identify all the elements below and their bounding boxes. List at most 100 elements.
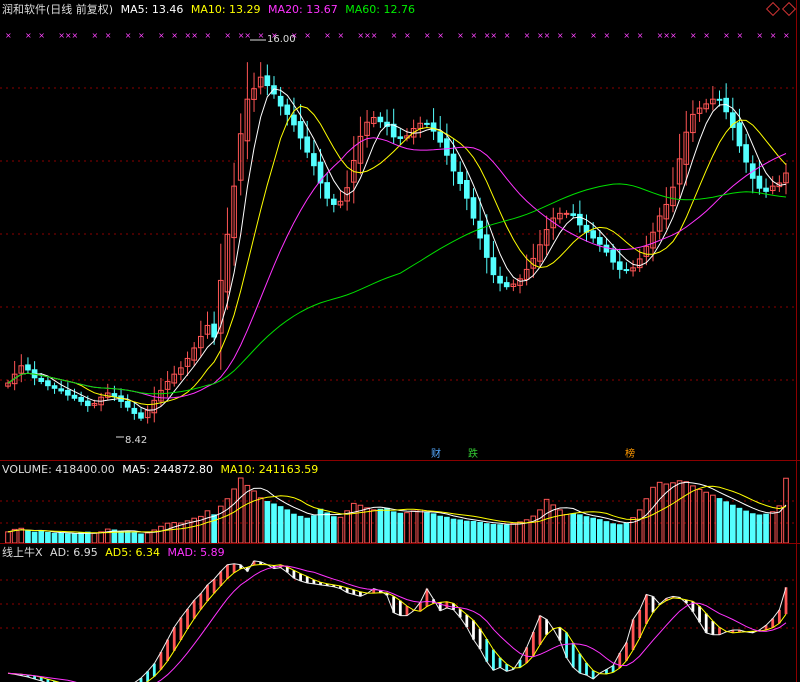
- volume-bar: [503, 524, 510, 544]
- candle-body: [483, 234, 490, 258]
- ma60-label: MA60:: [345, 3, 380, 16]
- volume-bar: [490, 523, 497, 544]
- volume-bar: [297, 515, 304, 544]
- ma10-line: [7, 105, 787, 406]
- signal-marker: ×: [590, 31, 597, 40]
- candle-body: [470, 197, 477, 219]
- volume-bar: [370, 509, 377, 544]
- volume-bar: [98, 531, 104, 544]
- volume-bar: [716, 498, 723, 544]
- candle-body: [397, 136, 404, 139]
- volume-bar: [118, 530, 124, 544]
- volume-bar: [656, 481, 663, 544]
- indicator-name[interactable]: 线上牛X: [2, 546, 43, 559]
- high-price-label: 16.00: [267, 34, 296, 45]
- event-bang-badge[interactable]: 榜: [624, 445, 636, 460]
- candle-body: [84, 400, 91, 407]
- ma10-value: 13.29: [229, 3, 261, 16]
- candle-body: [25, 364, 31, 371]
- signal-marker: ×: [138, 31, 145, 40]
- volume-bar: [138, 533, 144, 544]
- signal-marker: ×: [637, 31, 644, 40]
- volume-bar: [430, 513, 437, 544]
- volume-ma10-value: 241163.59: [258, 463, 319, 476]
- candle-body: [297, 121, 304, 139]
- volume-bar: [610, 523, 616, 544]
- candle-body: [729, 112, 736, 128]
- candle-body: [377, 116, 384, 123]
- candle-body: [610, 249, 616, 263]
- candle-body: [38, 377, 45, 382]
- signal-marker: ×: [703, 31, 710, 40]
- candle-body: [463, 180, 470, 199]
- signal-marker: ×: [191, 31, 198, 40]
- event-die-badge[interactable]: 跌: [467, 445, 479, 460]
- signal-marker: ×: [25, 31, 32, 40]
- panel-divider-bottom: [0, 543, 800, 544]
- volume-bar: [690, 485, 696, 544]
- signal-marker: ×: [224, 31, 231, 40]
- volume-bar: [264, 501, 271, 544]
- ad5-line: [7, 563, 787, 682]
- candle-body: [743, 144, 749, 163]
- signal-marker: ×: [756, 31, 763, 40]
- volume-bar: [324, 512, 331, 544]
- ma5-value: 13.46: [151, 3, 184, 16]
- volume-bar: [164, 522, 171, 544]
- ma20-line: [7, 137, 787, 399]
- volume-bar: [457, 519, 463, 544]
- volume-bar: [184, 520, 191, 544]
- ma60-line: [7, 183, 787, 395]
- volume-bar: [390, 511, 397, 544]
- volume-bar: [384, 507, 390, 544]
- signal-marker: ×: [470, 31, 477, 40]
- volume-bar: [676, 480, 683, 544]
- volume-bar: [783, 477, 789, 544]
- candle-body: [563, 212, 570, 215]
- volume-bar: [217, 505, 224, 544]
- signal-marker: ×: [736, 31, 743, 40]
- volume-bar: [244, 484, 251, 544]
- signal-marker: ×: [204, 31, 211, 40]
- candle-body: [284, 104, 291, 115]
- signal-marker: ×: [105, 31, 112, 40]
- volume-bar: [58, 532, 65, 544]
- volume-bar: [25, 530, 31, 544]
- main-header: 润和软件(日线 前复权) MA5: 13.46 MA10: 13.29 MA20…: [2, 3, 419, 16]
- volume-bar: [344, 510, 350, 544]
- candle-body: [264, 75, 271, 87]
- signal-marker: ×: [437, 31, 444, 40]
- kline-chart[interactable]: × × × × × × × × × × × × × × × × × × × × × × × × × × × × × × × × × × × × × × × ×…: [0, 0, 800, 682]
- signal-marker: ×: [91, 31, 98, 40]
- signal-marker: ×: [324, 31, 331, 40]
- volume-ma5-value: 244872.80: [153, 463, 214, 476]
- candle-body: [596, 237, 603, 245]
- candle-body: [71, 394, 78, 399]
- stock-chart-window[interactable]: × × × × × × × × × × × × × × × × × × × × × × × × × × × × × × × × × × × × × × × ×…: [0, 0, 800, 682]
- volume-bar: [337, 516, 344, 544]
- volume-ma10-line: [7, 485, 787, 534]
- signal-marker: ×: [258, 31, 265, 40]
- candle-body: [623, 269, 630, 272]
- ad-label: AD:: [50, 546, 70, 559]
- volume-bar: [11, 528, 18, 544]
- signal-marker: ×: [391, 31, 398, 40]
- volume-bar: [517, 521, 523, 544]
- volume-bar: [636, 509, 643, 544]
- signal-marker: ×: [125, 31, 132, 40]
- price-axis-border: [796, 0, 797, 682]
- volume-bar: [710, 494, 716, 544]
- candle-body: [577, 213, 583, 226]
- event-cai-badge[interactable]: 财: [430, 445, 442, 460]
- volume-bar: [424, 512, 430, 544]
- volume-bar: [71, 533, 78, 544]
- volume-bar: [537, 509, 543, 544]
- volume-bar: [596, 519, 603, 544]
- volume-bar: [211, 514, 217, 544]
- volume-bar: [131, 532, 138, 544]
- candle-body: [78, 396, 84, 402]
- volume-bar: [417, 509, 424, 544]
- volume-bar: [756, 514, 763, 544]
- candle-body: [490, 257, 497, 276]
- stock-title[interactable]: 润和软件(日线 前复权): [2, 3, 113, 16]
